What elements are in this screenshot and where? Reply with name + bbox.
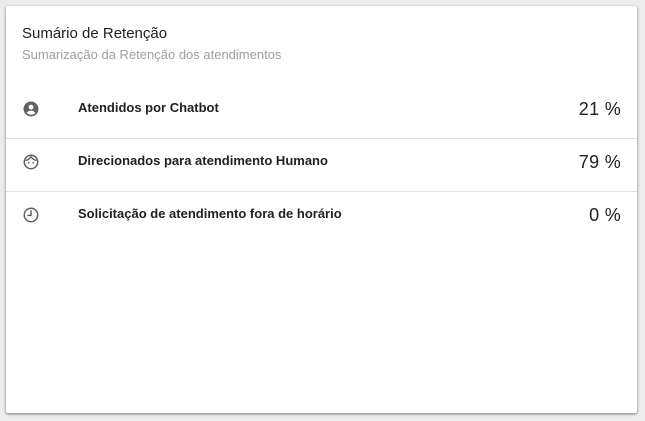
list-item-chatbot: Atendidos por Chatbot 21 % bbox=[6, 86, 637, 139]
list-item-off-hours: Solicitação de atendimento fora de horár… bbox=[6, 192, 637, 244]
card-title: Sumário de Retenção bbox=[22, 25, 168, 42]
list-item-value: 0 % bbox=[589, 205, 621, 225]
account-circle-icon bbox=[22, 100, 40, 118]
list-item-value: 79 % bbox=[578, 152, 621, 172]
list-item-label: Direcionados para atendimento Humano bbox=[78, 153, 328, 168]
list-item-value: 21 % bbox=[578, 99, 621, 119]
face-icon bbox=[22, 153, 40, 171]
clock-icon bbox=[22, 206, 40, 224]
list-item-label: Solicitação de atendimento fora de horár… bbox=[78, 206, 342, 221]
retention-summary-card: Sumário de Retenção Sumarização da Reten… bbox=[6, 6, 637, 413]
card-subtitle: Sumarização da Retenção dos atendimentos bbox=[22, 47, 282, 62]
retention-list: Atendidos por Chatbot 21 % Direcionados … bbox=[6, 86, 637, 244]
list-item-human: Direcionados para atendimento Humano 79 … bbox=[6, 139, 637, 192]
list-item-label: Atendidos por Chatbot bbox=[78, 100, 219, 115]
card-header: Sumário de Retenção Sumarização da Reten… bbox=[22, 24, 621, 64]
